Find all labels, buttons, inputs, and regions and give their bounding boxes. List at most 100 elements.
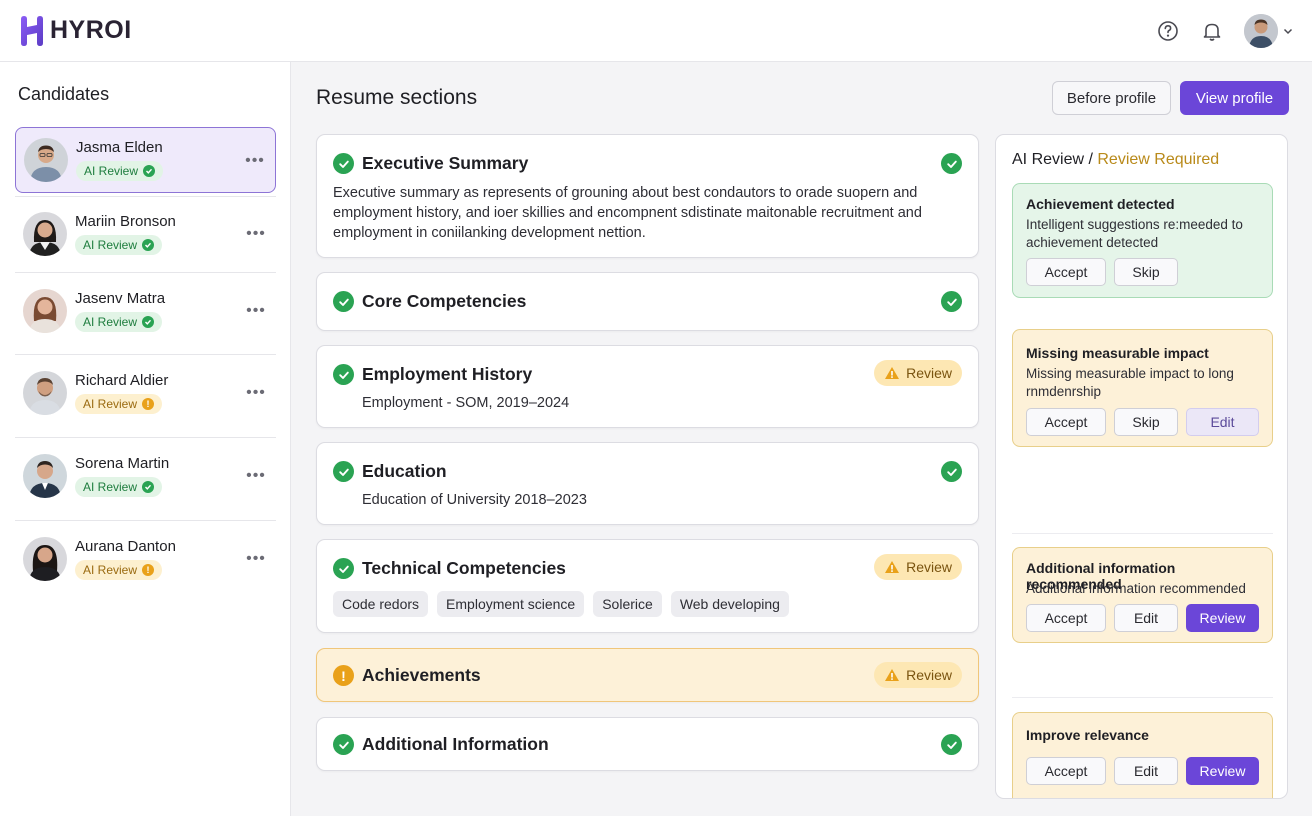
review-label: Review: [906, 667, 952, 683]
view-profile-button[interactable]: View profile: [1180, 81, 1289, 115]
ai-review-panel: AI Review / Review Required Achievement …: [995, 134, 1288, 799]
warning-icon: !: [333, 665, 354, 686]
card-title: Improve relevance: [1026, 727, 1149, 743]
skill-chip[interactable]: Web developing: [670, 591, 789, 617]
candidate-item[interactable]: Richard Aldier AI Review! •••: [15, 360, 276, 426]
section-executive-summary[interactable]: Executive Summary Executive summary as r…: [316, 134, 979, 258]
section-title: Technical Competencies: [362, 558, 566, 578]
candidate-name: Jasenv Matra: [75, 290, 166, 307]
check-icon: [333, 558, 354, 579]
status-badge: AI Review: [75, 477, 163, 497]
accept-button[interactable]: Accept: [1026, 757, 1106, 785]
user-avatar: [1244, 13, 1278, 48]
candidate-name: Richard Aldier: [75, 372, 169, 389]
skill-chip[interactable]: Code redors: [333, 591, 429, 617]
accept-button[interactable]: Accept: [1026, 604, 1106, 632]
help-icon[interactable]: [1156, 19, 1180, 43]
more-options-icon[interactable]: •••: [245, 151, 265, 171]
section-additional-information[interactable]: Additional Information: [316, 717, 979, 771]
before-profile-button[interactable]: Before profile: [1052, 81, 1171, 115]
card-description: Additional information recommended: [1026, 581, 1246, 596]
section-achievements[interactable]: ! Achievements Review: [316, 648, 979, 702]
section-title: Core Competencies: [362, 291, 527, 311]
review-badge[interactable]: Review: [874, 662, 962, 688]
section-technical-competencies[interactable]: Technical Competencies Review Code redor…: [316, 539, 979, 633]
review-badge[interactable]: Review: [874, 360, 962, 386]
candidate-item[interactable]: Aurana Danton AI Review! •••: [15, 526, 276, 592]
review-button[interactable]: Review: [1186, 757, 1259, 785]
badge-label: AI Review: [83, 397, 138, 411]
review-button[interactable]: Review: [1186, 604, 1259, 632]
avatar: [23, 289, 67, 333]
more-options-icon[interactable]: •••: [246, 466, 266, 486]
review-label: Review: [906, 365, 952, 381]
skip-button[interactable]: Skip: [1114, 408, 1178, 436]
suggestion-card: Missing measurable impact Missing measur…: [1012, 329, 1273, 447]
avatar: [24, 138, 68, 182]
check-icon: [333, 291, 354, 312]
check-icon: [142, 481, 155, 493]
review-label: Review: [906, 559, 952, 575]
section-body: Education of University 2018–2023: [362, 492, 587, 508]
logo-icon: [21, 15, 43, 46]
warning-icon: [885, 669, 900, 681]
status-badge: AI Review: [75, 235, 163, 255]
bell-icon[interactable]: [1200, 19, 1224, 43]
check-icon: [333, 364, 354, 385]
accept-button[interactable]: Accept: [1026, 258, 1106, 286]
suggestion-card: Additional information recommended Addit…: [1012, 547, 1273, 643]
card-description: Missing measurable impact to long rnmden…: [1026, 366, 1234, 399]
top-bar: HYROI: [0, 0, 1312, 62]
section-core-competencies[interactable]: Core Competencies: [316, 272, 979, 331]
warning-icon: [885, 561, 900, 573]
suggestion-card: Achievement detected Intelligent suggest…: [1012, 183, 1273, 298]
edit-button[interactable]: Edit: [1114, 757, 1178, 785]
skill-chips: Code redors Employment science Solerice …: [333, 591, 789, 617]
divider: [15, 196, 276, 197]
check-icon: [941, 734, 962, 755]
section-title: Executive Summary: [362, 153, 529, 173]
check-icon: [333, 153, 354, 174]
app-logo[interactable]: HYROI: [18, 15, 132, 47]
accept-button[interactable]: Accept: [1026, 408, 1106, 436]
more-options-icon[interactable]: •••: [246, 301, 266, 321]
panel-title-highlight: Review Required: [1097, 151, 1220, 168]
user-menu[interactable]: [1244, 13, 1294, 48]
section-title: Additional Information: [362, 734, 549, 754]
divider: [15, 354, 276, 355]
more-options-icon[interactable]: •••: [246, 224, 266, 244]
divider: [1012, 533, 1273, 534]
candidate-item[interactable]: Mariin Bronson AI Review •••: [15, 201, 276, 267]
page-title: Resume sections: [316, 86, 478, 109]
suggestion-card: Improve relevance Accept Edit Review: [1012, 712, 1273, 798]
more-options-icon[interactable]: •••: [246, 549, 266, 569]
badge-label: AI Review: [83, 480, 138, 494]
sidebar-title: Candidates: [18, 84, 110, 104]
check-icon: [941, 461, 962, 482]
avatar: [23, 454, 67, 498]
status-badge: AI Review!: [75, 394, 163, 414]
skip-button[interactable]: Skip: [1114, 258, 1178, 286]
divider: [15, 437, 276, 438]
check-icon: [333, 461, 354, 482]
check-icon: [941, 291, 962, 312]
edit-button[interactable]: Edit: [1186, 408, 1259, 436]
candidate-name: Jasma Elden: [76, 139, 163, 156]
check-icon: [143, 165, 156, 177]
candidate-item[interactable]: Sorena Martin AI Review •••: [15, 443, 276, 509]
app-name: HYROI: [50, 16, 132, 44]
candidate-item[interactable]: Jasma Elden AI Review •••: [15, 127, 276, 193]
review-badge[interactable]: Review: [874, 554, 962, 580]
skill-chip[interactable]: Solerice: [593, 591, 662, 617]
avatar: [23, 537, 67, 581]
more-options-icon[interactable]: •••: [246, 383, 266, 403]
check-icon: [142, 239, 155, 251]
badge-label: AI Review: [84, 164, 139, 178]
skill-chip[interactable]: Employment science: [437, 591, 585, 617]
edit-button[interactable]: Edit: [1114, 604, 1178, 632]
section-education[interactable]: Education Education of University 2018–2…: [316, 442, 979, 525]
status-badge: AI Review!: [75, 560, 163, 580]
candidate-item[interactable]: Jasenv Matra AI Review •••: [15, 278, 276, 344]
section-employment-history[interactable]: Employment History Review Employment - S…: [316, 345, 979, 428]
status-badge: AI Review: [75, 312, 163, 332]
